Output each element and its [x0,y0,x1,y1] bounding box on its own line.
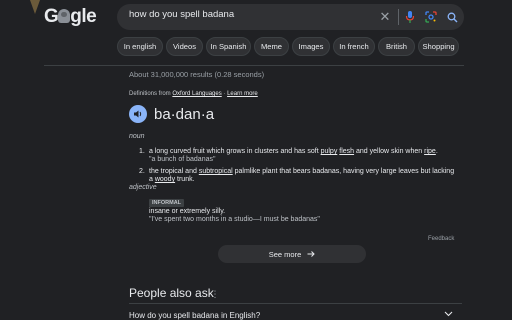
pronunciation-button[interactable] [129,105,147,123]
definition-1-example: "a bunch of badanas" [149,156,216,163]
results-stats: About 31,000,000 results (0.28 seconds) [129,70,265,79]
adjective-example: "I've spent two months in a studio—I mus… [149,216,320,223]
header-divider [44,65,464,66]
search-divider [398,9,399,25]
definition-1-text-b: and yellow skin when [354,148,425,155]
definition-2-text-a: the tropical and [149,168,199,175]
definition-1-period: . [435,148,438,155]
search-input[interactable]: how do you spell badana [129,9,234,20]
definition-1-number: 1. [139,148,145,155]
word-link-subtropical[interactable]: subtropical [199,168,233,175]
google-lens-icon[interactable] [424,9,438,25]
word-link-flesh[interactable]: flesh [339,148,354,155]
see-more-button[interactable]: See more [218,245,366,263]
microphone-icon[interactable] [404,9,416,25]
chevron-down-icon[interactable] [443,309,453,319]
definitions-source: Definitions from Oxford Languages · Lear… [129,91,258,97]
oxford-languages-link[interactable]: Oxford Languages [172,91,221,97]
noun-label: noun [129,133,145,140]
search-icon[interactable] [445,9,459,25]
chip-british[interactable]: British [378,37,415,56]
word-link-pulpy[interactable]: pulpy [321,148,338,155]
chip-images[interactable]: Images [292,37,330,56]
word-link-woody[interactable]: woody [155,176,175,183]
adjective-label: adjective [129,184,157,191]
google-logo[interactable]: Ggle [44,6,100,28]
paa-divider [129,303,462,304]
learn-more-link[interactable]: Learn more [227,91,258,97]
more-options-icon[interactable]: ⋮ [211,288,220,300]
definition-2-number: 2. [139,168,145,175]
chip-shopping[interactable]: Shopping [418,37,459,56]
adjective-definition: insane or extremely silly. [149,208,226,215]
chip-meme[interactable]: Meme [254,37,289,56]
chip-videos[interactable]: Videos [166,37,203,56]
doodle-icon [58,9,71,23]
chip-in-english[interactable]: In english [117,37,163,56]
chip-in-spanish[interactable]: In Spanish [206,37,251,56]
definitions-source-prefix: Definitions from [129,91,173,97]
clear-search-icon[interactable]: ✕ [377,9,393,25]
doodle-corner [30,0,40,14]
definition-1-text-a: a long curved fruit which grows in clust… [149,148,321,155]
paa-question[interactable]: How do you spell badana in English? [129,311,260,320]
chip-in-french[interactable]: In french [333,37,375,56]
speaker-icon [134,110,142,118]
people-also-ask-title: People also ask [129,286,214,300]
word-link-ripe[interactable]: ripe [424,148,436,155]
informal-tag: INFORMAL [149,199,185,207]
definition-2-text-b: palmlike plant that bears badanas, havin… [232,168,455,175]
feedback-link[interactable]: Feedback [428,236,454,242]
definition-2-text-d: trunk. [175,176,195,183]
dictionary-word: ba·dan·a [154,106,215,123]
see-more-label: See more [268,249,302,259]
arrow-right-icon [307,251,315,257]
